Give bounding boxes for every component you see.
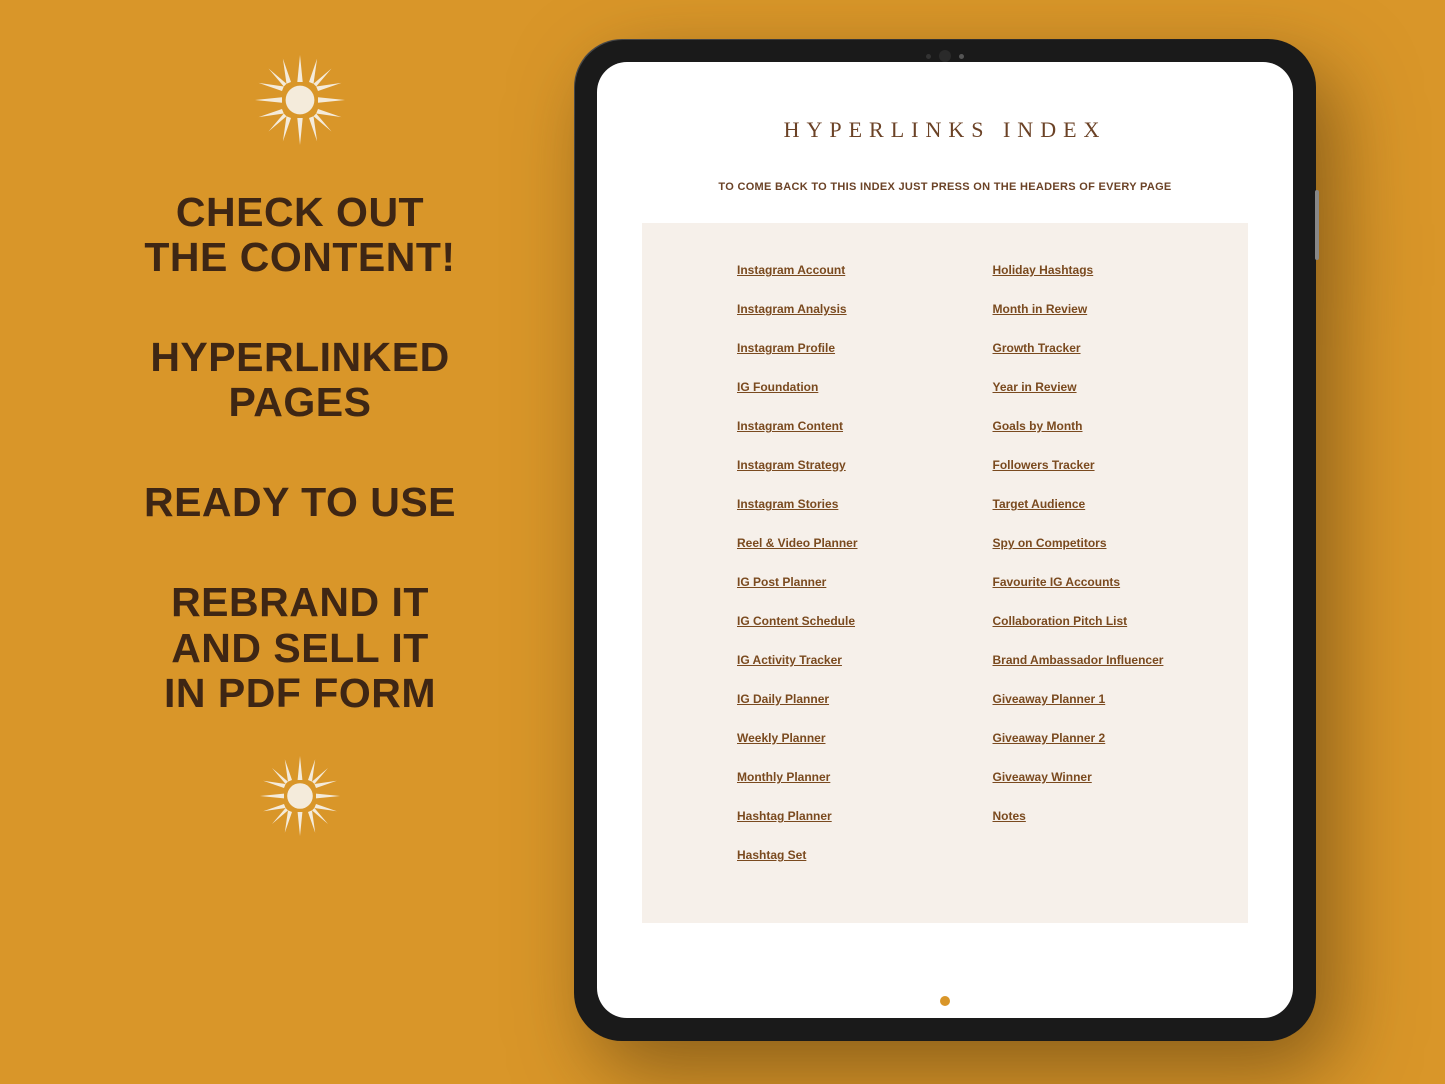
tablet-camera [926, 50, 964, 62]
index-link[interactable]: Year in Review [993, 380, 1077, 394]
index-link[interactable]: Monthly Planner [737, 770, 830, 784]
index-link[interactable]: Instagram Content [737, 419, 843, 433]
index-link[interactable]: Hashtag Planner [737, 809, 832, 823]
index-link[interactable]: IG Content Schedule [737, 614, 855, 628]
index-link[interactable]: Instagram Strategy [737, 458, 846, 472]
headline-1: CHECK OUTTHE CONTENT! [144, 190, 455, 280]
index-link[interactable]: Brand Ambassador Influencer [993, 653, 1164, 667]
index-link[interactable]: Goals by Month [993, 419, 1083, 433]
sun-icon [255, 55, 345, 145]
tablet-screen: HYPERLINKS INDEX TO COME BACK TO THIS IN… [597, 62, 1293, 1018]
index-box: Instagram Account Instagram Analysis Insta… [642, 223, 1248, 923]
index-link[interactable]: Instagram Account [737, 263, 845, 277]
index-link[interactable]: Hashtag Set [737, 848, 806, 862]
index-link[interactable]: Growth Tracker [993, 341, 1081, 355]
index-link[interactable]: Reel & Video Planner [737, 536, 858, 550]
index-link[interactable]: Weekly Planner [737, 731, 826, 745]
index-link[interactable]: Holiday Hashtags [993, 263, 1094, 277]
index-link[interactable]: Giveaway Planner 2 [993, 731, 1106, 745]
home-indicator-icon [940, 996, 950, 1006]
index-link[interactable]: Instagram Analysis [737, 302, 847, 316]
index-link[interactable]: Spy on Competitors [993, 536, 1107, 550]
tablet-bezel: HYPERLINKS INDEX TO COME BACK TO THIS IN… [575, 40, 1315, 1040]
sun-icon [260, 756, 340, 836]
headline-4: REBRAND ITAND SELL ITIN PDF FORM [164, 580, 436, 715]
index-link[interactable]: Giveaway Planner 1 [993, 692, 1106, 706]
page-subtitle: TO COME BACK TO THIS INDEX JUST PRESS ON… [622, 181, 1268, 193]
index-link[interactable]: Favourite IG Accounts [993, 575, 1121, 589]
index-link[interactable]: IG Activity Tracker [737, 653, 842, 667]
headline-3: READY TO USE [144, 480, 456, 525]
index-link[interactable]: Instagram Profile [737, 341, 835, 355]
headline-2: HYPERLINKEDPAGES [150, 335, 449, 425]
index-link[interactable]: Month in Review [993, 302, 1088, 316]
index-link[interactable]: Followers Tracker [993, 458, 1095, 472]
tablet-device: HYPERLINKS INDEX TO COME BACK TO THIS IN… [575, 40, 1315, 1040]
index-column-1: Instagram Account Instagram Analysis Insta… [737, 263, 933, 883]
tablet-side-button [1315, 190, 1319, 260]
index-link[interactable]: Giveaway Winner [993, 770, 1092, 784]
index-link[interactable]: IG Foundation [737, 380, 818, 394]
index-column-2: Holiday Hashtags Month in Review Growth Tr… [993, 263, 1189, 883]
index-link[interactable]: Notes [993, 809, 1026, 823]
index-link[interactable]: IG Daily Planner [737, 692, 829, 706]
index-link[interactable]: Collaboration Pitch List [993, 614, 1128, 628]
index-link[interactable]: Target Audience [993, 497, 1086, 511]
page-title: HYPERLINKS INDEX [622, 117, 1268, 143]
index-link[interactable]: IG Post Planner [737, 575, 826, 589]
index-link[interactable]: Instagram Stories [737, 497, 838, 511]
promo-panel: CHECK OUTTHE CONTENT! HYPERLINKEDPAGES R… [90, 55, 510, 836]
